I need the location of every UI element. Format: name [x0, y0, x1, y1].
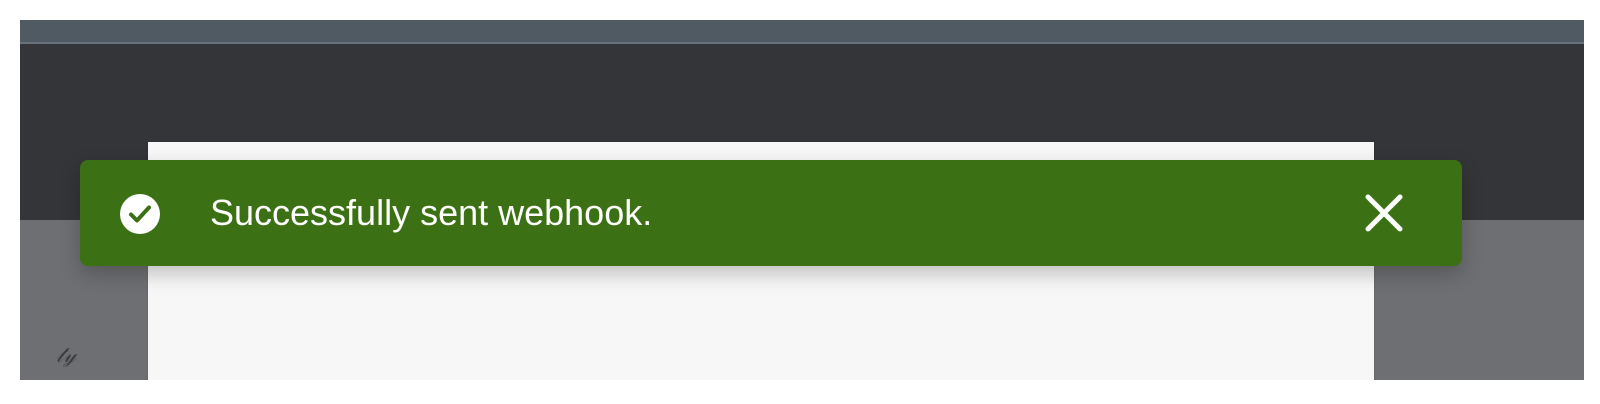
browser-top-strip: [20, 20, 1584, 44]
check-circle-icon: [118, 192, 162, 236]
sidebar-icon: 𝓉𝓎: [56, 342, 77, 367]
success-toast: Successfully sent webhook.: [80, 160, 1462, 266]
close-icon[interactable]: [1362, 191, 1406, 235]
toast-message: Successfully sent webhook.: [210, 192, 653, 233]
